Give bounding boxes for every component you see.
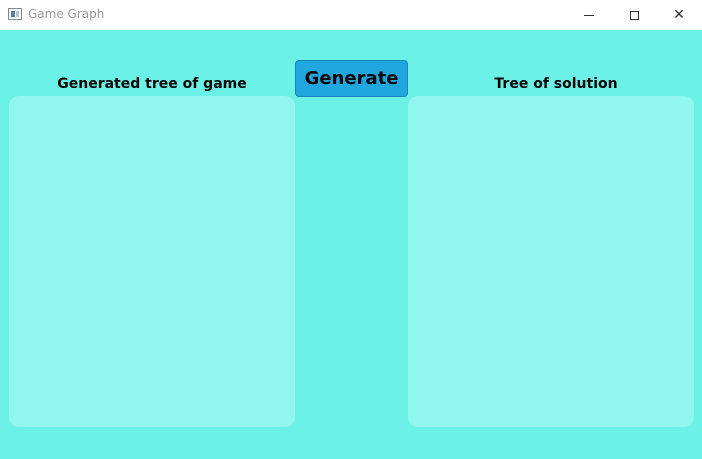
app-window: Game Graph ✕ Generated tree of game Tree… [0, 0, 702, 459]
minimize-icon [584, 14, 594, 16]
solution-tree-title: Tree of solution [494, 76, 618, 92]
title-bar: Game Graph ✕ [0, 0, 702, 30]
generated-tree-title: Generated tree of game [57, 76, 247, 92]
minimize-button[interactable] [566, 0, 612, 30]
maximize-button[interactable] [611, 0, 657, 30]
solution-tree-panel[interactable] [408, 96, 694, 427]
close-icon: ✕ [673, 7, 685, 23]
generated-tree-panel[interactable] [9, 96, 295, 427]
app-icon [8, 8, 22, 20]
close-button[interactable]: ✕ [656, 0, 702, 30]
window-title: Game Graph [28, 7, 105, 21]
generate-button[interactable]: Generate [295, 60, 408, 97]
maximize-icon [629, 10, 639, 20]
